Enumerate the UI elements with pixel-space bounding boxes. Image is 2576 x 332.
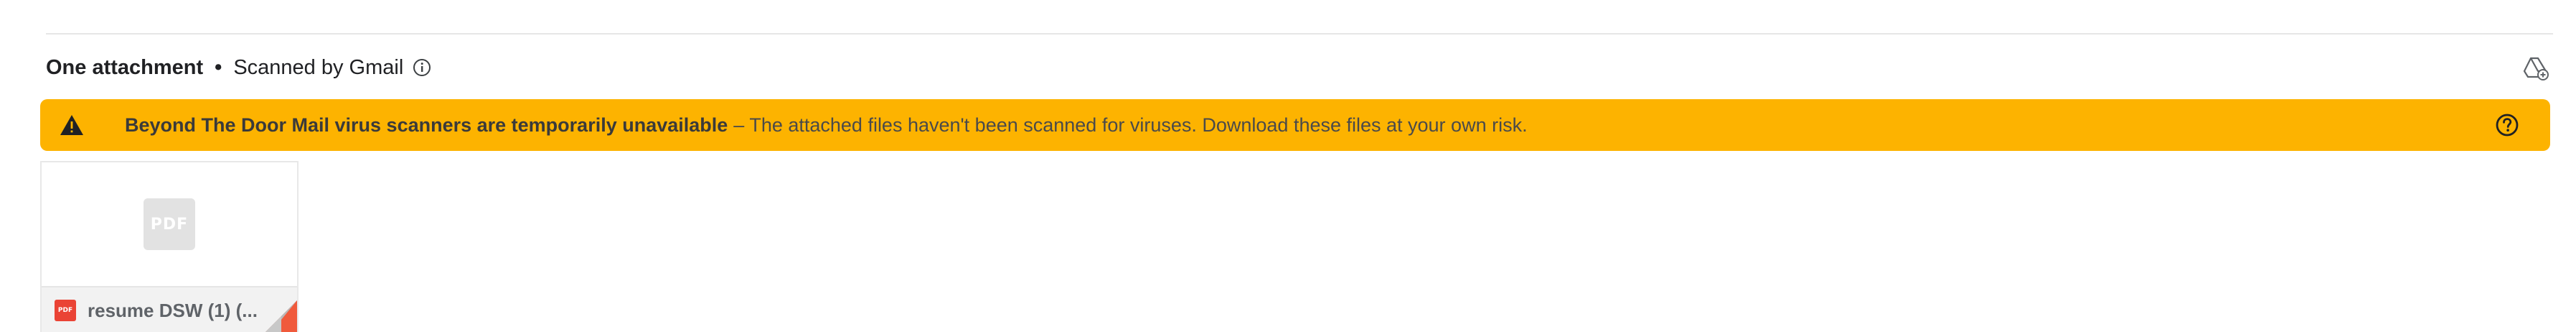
warning-triangle-icon xyxy=(57,111,86,139)
warning-detail: – The attached files haven't been scanne… xyxy=(733,114,1528,136)
pdf-placeholder-icon: PDF xyxy=(144,198,195,250)
virus-scan-warning-banner: Beyond The Door Mail virus scanners are … xyxy=(40,99,2550,151)
attachments-section: One attachment • Scanned by Gmail Beyond… xyxy=(0,0,2576,332)
attachment-file-name: resume DSW (1) (... xyxy=(88,299,258,321)
info-icon[interactable] xyxy=(412,57,432,78)
pdf-badge-text: PDF xyxy=(57,307,73,314)
warning-title: Beyond The Door Mail virus scanners are … xyxy=(125,114,728,136)
corner-fold-icon xyxy=(265,300,297,332)
attachment-count: One attachment xyxy=(46,55,204,79)
pdf-placeholder-text: PDF xyxy=(150,215,189,234)
scanned-by-label: Scanned by Gmail xyxy=(233,55,404,79)
attachments-header: One attachment • Scanned by Gmail xyxy=(46,50,432,85)
separator-dot: • xyxy=(215,55,222,79)
attachment-card[interactable]: PDF PDF resume DSW (1) (... xyxy=(40,161,299,332)
help-circle-icon[interactable] xyxy=(2493,111,2521,139)
pdf-file-icon: PDF xyxy=(55,300,76,321)
attachment-preview[interactable]: PDF xyxy=(42,162,297,286)
divider xyxy=(46,33,2553,34)
add-to-drive-icon[interactable] xyxy=(2521,53,2550,82)
